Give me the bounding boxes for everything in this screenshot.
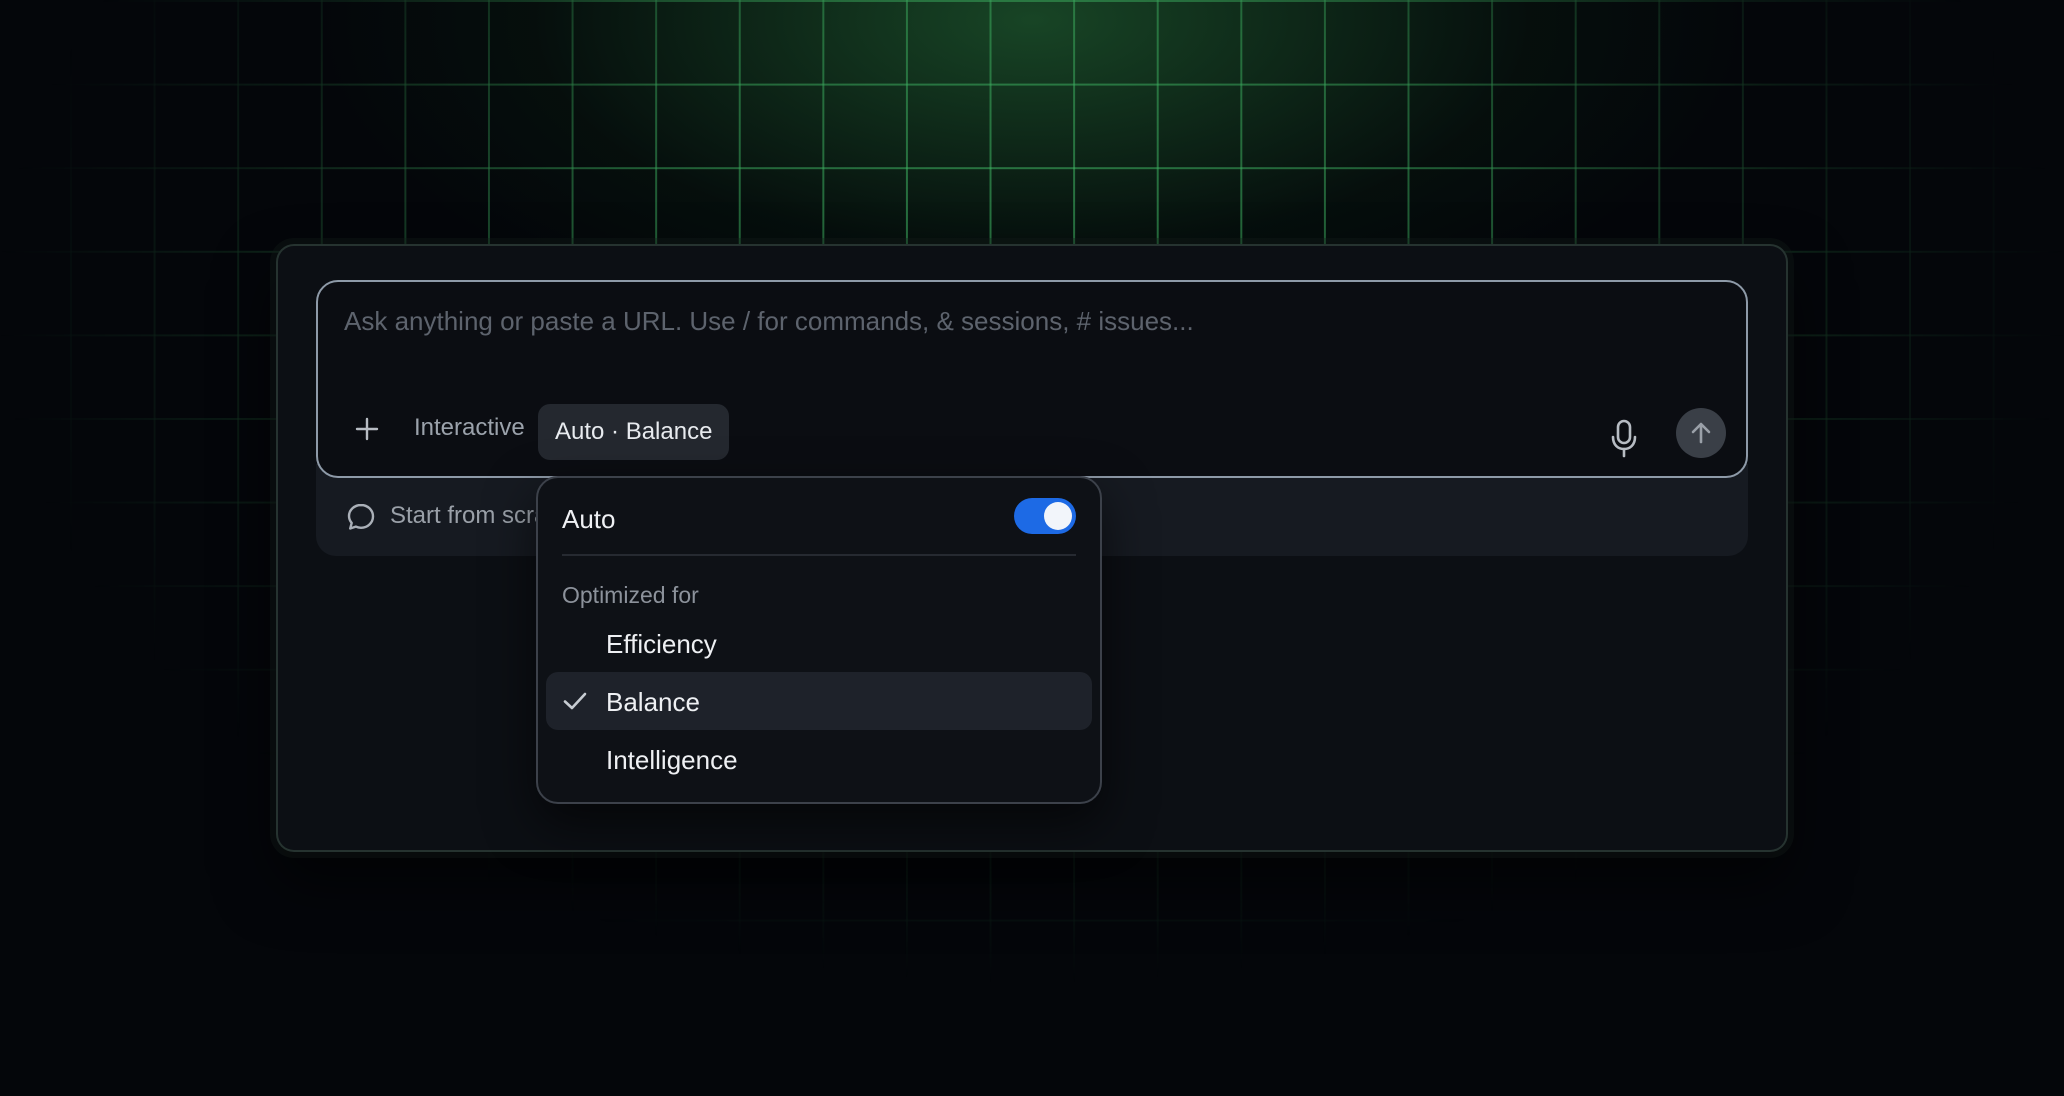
option-balance[interactable]: Balance bbox=[546, 672, 1092, 730]
option-label: Efficiency bbox=[606, 629, 717, 659]
voice-input-button[interactable] bbox=[1608, 418, 1640, 460]
send-button[interactable] bbox=[1676, 408, 1726, 458]
option-label: Balance bbox=[606, 687, 700, 717]
plus-icon bbox=[355, 417, 379, 441]
prompt-input[interactable]: Ask anything or paste a URL. Use / for c… bbox=[344, 306, 1194, 337]
app-background: Ask anything or paste a URL. Use / for c… bbox=[0, 0, 2064, 1096]
optimized-for-heading: Optimized for bbox=[562, 582, 699, 608]
option-label: Intelligence bbox=[606, 745, 738, 775]
microphone-icon bbox=[1611, 419, 1637, 458]
option-efficiency[interactable]: Efficiency bbox=[546, 614, 1092, 672]
prompt-composer[interactable]: Ask anything or paste a URL. Use / for c… bbox=[316, 280, 1748, 478]
option-intelligence[interactable]: Intelligence bbox=[546, 730, 1092, 788]
mode-selector-button[interactable]: Interactive bbox=[410, 404, 529, 452]
add-attachment-button[interactable] bbox=[344, 406, 390, 452]
chat-bubble-icon bbox=[347, 503, 375, 530]
toggle-knob bbox=[1044, 502, 1072, 530]
auto-toggle[interactable] bbox=[1014, 498, 1076, 534]
model-dropdown-menu: Auto Optimized for Efficiency Balance In… bbox=[536, 476, 1102, 804]
model-selector-button[interactable]: Auto · Balance bbox=[538, 404, 730, 460]
menu-divider bbox=[562, 554, 1076, 556]
auto-label: Auto bbox=[562, 504, 616, 534]
arrow-up-icon bbox=[1691, 422, 1711, 444]
checkmark-icon bbox=[563, 692, 587, 710]
